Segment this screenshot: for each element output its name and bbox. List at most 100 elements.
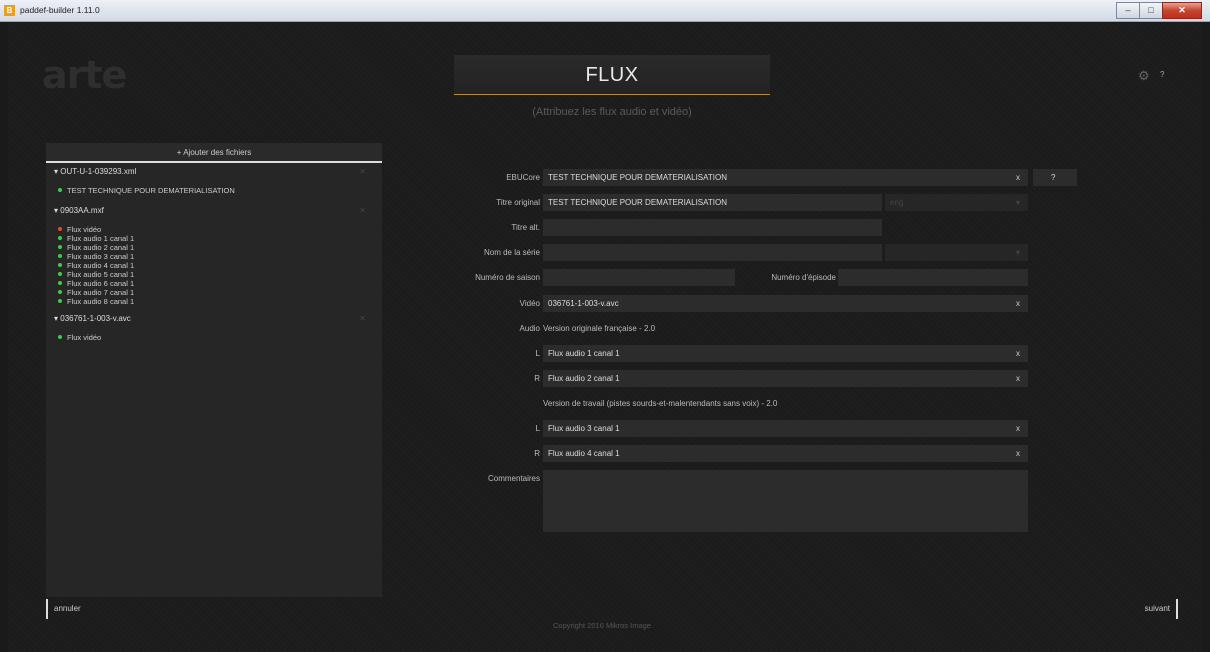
close-button[interactable]: ✕ [1162,2,1202,19]
video-label: Vidéo [519,299,540,308]
ebucore-help-button[interactable]: ? [1033,169,1077,186]
list-item[interactable]: Flux vidéo [46,225,382,234]
commentaires-textarea[interactable] [543,470,1028,532]
list-item[interactable]: Flux audio 1 canal 1 [46,234,382,243]
file-group-header[interactable]: ▾ OUT-U-1-039293.xml ✕ [46,165,382,179]
status-dot-icon [58,272,62,277]
status-dot-icon [58,263,62,268]
nom-serie-label-cell: Nom de la série [440,244,540,261]
list-item-label: Flux audio 8 canal 1 [67,297,135,306]
audio-channel-field[interactable]: Flux audio 2 canal 1 x [543,370,1028,387]
list-item-label: Flux audio 3 canal 1 [67,252,135,261]
list-item-label: TEST TECHNIQUE POUR DEMATERIALISATION [67,186,235,195]
audio-channel-value: Flux audio 3 canal 1 [548,424,620,433]
chevron-down-icon: ▾ [1015,248,1020,257]
clear-channel-icon[interactable]: x [1016,445,1020,462]
status-dot-icon [58,299,62,304]
file-group-name: ▾ 036761-1-003-v.avc [54,314,131,323]
audio-channel-field[interactable]: Flux audio 1 canal 1 x [543,345,1028,362]
clear-ebucore-icon[interactable]: x [1016,169,1020,186]
file-group-name: ▾ 0903AA.mxf [54,206,104,215]
arte-logo: arte [42,53,127,97]
file-group-header[interactable]: ▾ 0903AA.mxf ✕ [46,204,382,218]
video-value: 036761-1-003-v.avc [548,299,619,308]
audio-channel-field[interactable]: Flux audio 4 canal 1 x [543,445,1028,462]
minimize-button[interactable]: – [1116,2,1140,19]
file-sidebar: + Ajouter des fichiers ▾ OUT-U-1-039293.… [46,143,382,597]
ebucore-field[interactable]: TEST TECHNIQUE POUR DEMATERIALISATION x [543,169,1028,186]
add-files-button[interactable]: + Ajouter des fichiers [46,143,382,163]
channel-label-cell: R [440,445,540,462]
help-button[interactable]: ? [1160,70,1164,79]
nom-serie-label: Nom de la série [483,248,540,257]
status-dot-icon [58,281,62,286]
status-dot-icon [58,335,62,340]
cancel-button[interactable]: annuler [46,599,81,619]
titre-original-label-cell: Titre original [440,194,540,211]
window-titlebar: B paddef-builder 1.11.0 – □ ✕ [0,0,1210,22]
clear-channel-icon[interactable]: x [1016,345,1020,362]
status-dot-icon [58,245,62,250]
remove-file-icon[interactable]: ✕ [359,204,366,218]
audio-label-cell: Audio [440,320,540,337]
next-button[interactable]: suivant [1145,599,1178,619]
status-dot-icon [58,290,62,295]
gear-icon[interactable]: ⚙ [1138,69,1152,83]
status-dot-icon [58,188,62,193]
ebucore-value: TEST TECHNIQUE POUR DEMATERIALISATION [548,173,727,182]
copyright-text: Copyright 2016 Mikros Image [553,621,651,630]
app-content: arte FLUX (Attribuez les flux audio et v… [8,23,1202,652]
numero-episode-label-cell: Numéro d'épisode [738,269,836,286]
page-subtitle: (Attribuez les flux audio et vidéo) [532,106,692,118]
clear-video-icon[interactable]: x [1016,295,1020,312]
clear-channel-icon[interactable]: x [1016,370,1020,387]
titre-alt-label: Titre alt. [511,223,540,232]
video-field[interactable]: 036761-1-003-v.avc x [543,295,1028,312]
page-title: FLUX [585,64,639,86]
list-item-label: Flux audio 4 canal 1 [67,261,135,270]
numero-episode-field[interactable] [838,269,1028,286]
list-item[interactable]: Flux audio 8 canal 1 [46,297,382,306]
remove-file-icon[interactable]: ✕ [359,165,366,179]
list-item[interactable]: Flux audio 3 canal 1 [46,252,382,261]
maximize-button[interactable]: □ [1139,2,1163,19]
nom-serie-field[interactable] [543,244,882,261]
status-dot-icon [58,254,62,259]
numero-saison-label-cell: Numéro de saison [440,269,540,286]
list-item[interactable]: Flux audio 4 canal 1 [46,261,382,270]
channel-label: R [534,449,540,458]
list-item-label: Flux audio 6 canal 1 [67,279,135,288]
titre-original-value: TEST TECHNIQUE POUR DEMATERIALISATION [548,198,727,207]
file-group-header[interactable]: ▾ 036761-1-003-v.avc ✕ [46,312,382,326]
remove-file-icon[interactable]: ✕ [359,312,366,326]
audio-channel-value: Flux audio 2 canal 1 [548,374,620,383]
list-item[interactable]: Flux vidéo [46,333,382,342]
titre-original-field[interactable]: TEST TECHNIQUE POUR DEMATERIALISATION [543,194,882,211]
app-icon: B [4,5,15,16]
titre-alt-field[interactable] [543,219,882,236]
list-item[interactable]: Flux audio 6 canal 1 [46,279,382,288]
audio-channel-field[interactable]: Flux audio 3 canal 1 x [543,420,1028,437]
numero-saison-field[interactable] [543,269,735,286]
file-group-name: ▾ OUT-U-1-039293.xml [54,167,137,176]
status-dot-icon [58,227,62,232]
language-select[interactable]: eng ▾ [885,194,1028,211]
numero-episode-label: Numéro d'épisode [771,273,836,282]
page-header: FLUX [454,55,770,95]
window-title: paddef-builder 1.11.0 [20,5,100,15]
channel-label-cell: R [440,370,540,387]
list-item[interactable]: TEST TECHNIQUE POUR DEMATERIALISATION [46,186,382,195]
ebucore-label: EBUCore [506,173,540,182]
list-item[interactable]: Flux audio 2 canal 1 [46,243,382,252]
audio-channel-value: Flux audio 4 canal 1 [548,449,620,458]
list-item-label: Flux audio 2 canal 1 [67,243,135,252]
window-controls: – □ ✕ [1116,2,1202,19]
status-dot-icon [58,236,62,241]
list-item-label: Flux audio 7 canal 1 [67,288,135,297]
channel-label: R [534,374,540,383]
list-item[interactable]: Flux audio 5 canal 1 [46,270,382,279]
list-item[interactable]: Flux audio 7 canal 1 [46,288,382,297]
serie-select[interactable]: ▾ [885,244,1028,261]
audio-channel-value: Flux audio 1 canal 1 [548,349,620,358]
clear-channel-icon[interactable]: x [1016,420,1020,437]
